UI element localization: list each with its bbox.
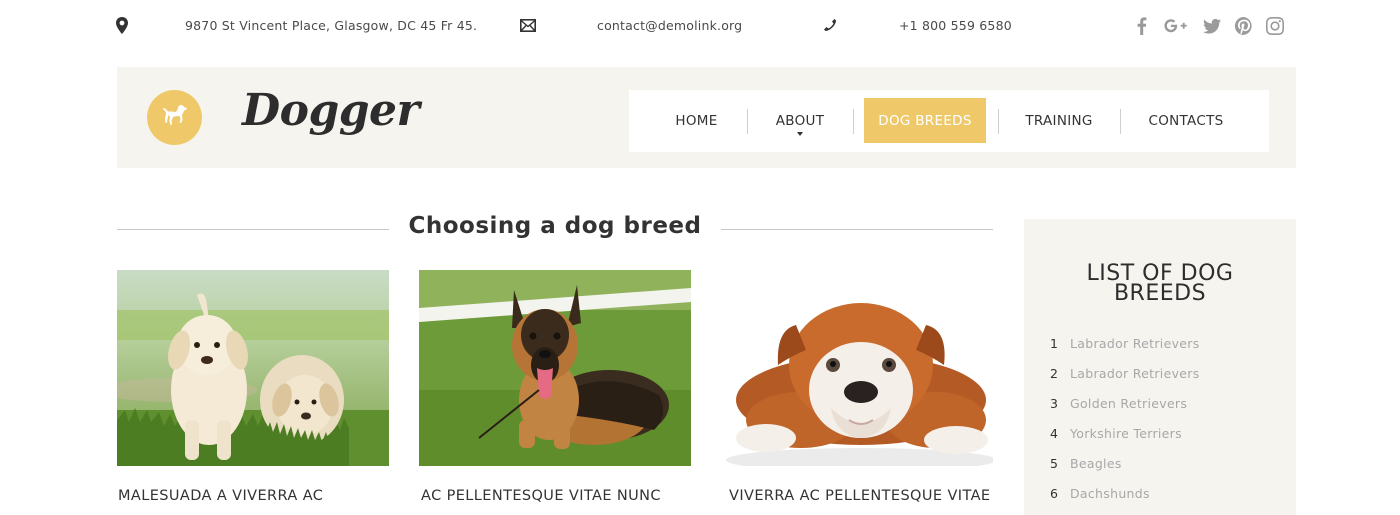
breed-number: 4 [1050, 426, 1058, 441]
site-header: Dogger HOME ABOUT DOG BREEDS TRAINING CO… [117, 67, 1296, 168]
card-title-1[interactable]: MALESUADA A VIVERRA AC [118, 488, 323, 504]
breed-label: Labrador Retrievers [1070, 366, 1200, 381]
logo-badge[interactable] [147, 90, 202, 145]
breed-list-item[interactable]: 5 Beagles [1050, 456, 1122, 476]
card-image-bulldog-puppy[interactable] [721, 270, 993, 466]
card-title-3[interactable]: VIVERRA AC PELLENTESQUE VITAE [729, 488, 990, 504]
logo-text[interactable]: Dogger [242, 85, 420, 136]
breed-number: 1 [1050, 336, 1058, 351]
breed-label: Beagles [1070, 456, 1122, 471]
nav-divider [853, 109, 854, 134]
card-image-german-shepherd[interactable] [419, 270, 691, 466]
twitter-icon[interactable] [1201, 15, 1223, 37]
breed-list-sidebar: LIST OF DOG BREEDS 1 Labrador Retrievers … [1024, 219, 1296, 515]
nav-home[interactable]: HOME [669, 98, 724, 143]
nav-about[interactable]: ABOUT [771, 98, 829, 143]
title-divider-left [117, 229, 389, 230]
sidebar-title-line2: BREEDS [1113, 281, 1207, 306]
breed-label: Dachshunds [1070, 486, 1150, 501]
map-pin-icon [113, 16, 131, 34]
breed-label: Yorkshire Terriers [1070, 426, 1182, 441]
breed-number: 6 [1050, 486, 1058, 501]
nav-training[interactable]: TRAINING [1021, 98, 1097, 143]
pinterest-icon[interactable] [1233, 15, 1255, 37]
nav-divider [747, 109, 748, 134]
breed-list-item[interactable]: 1 Labrador Retrievers [1050, 336, 1200, 356]
nav-about-label: ABOUT [775, 112, 825, 129]
dog-icon [161, 103, 189, 133]
section-title: Choosing a dog breed [408, 213, 702, 239]
nav-contacts[interactable]: CONTACTS [1143, 98, 1229, 143]
breed-list-item[interactable]: 2 Labrador Retrievers [1050, 366, 1200, 386]
email-link[interactable]: contact@demolink.org [597, 18, 742, 33]
nav-divider [1120, 109, 1121, 134]
breed-list-item[interactable]: 4 Yorkshire Terriers [1050, 426, 1182, 446]
breed-label: Golden Retrievers [1070, 396, 1188, 411]
phone-link[interactable]: +1 800 559 6580 [899, 18, 1012, 33]
title-divider-right [721, 229, 993, 230]
breed-list-item[interactable]: 6 Dachshunds [1050, 486, 1150, 506]
card-title-2[interactable]: AC PELLENTESQUE VITAE NUNC [421, 488, 661, 504]
breed-number: 5 [1050, 456, 1058, 471]
breed-label: Labrador Retrievers [1070, 336, 1200, 351]
nav-divider [998, 109, 999, 134]
sidebar-title: LIST OF DOG BREEDS [1024, 263, 1296, 306]
top-bar: 9870 St Vincent Place, Glasgow, DC 45 Fr… [0, 0, 1400, 54]
main-nav: HOME ABOUT DOG BREEDS TRAINING CONTACTS [629, 90, 1269, 152]
caret-down-icon [797, 132, 803, 136]
phone-icon [821, 16, 839, 34]
instagram-icon[interactable] [1264, 15, 1286, 37]
envelope-icon [519, 16, 537, 34]
nav-dog-breeds[interactable]: DOG BREEDS [864, 98, 986, 143]
breed-number: 2 [1050, 366, 1058, 381]
card-image-labrador-puppies[interactable] [117, 270, 389, 466]
facebook-icon[interactable] [1131, 15, 1153, 37]
breed-number: 3 [1050, 396, 1058, 411]
address-text: 9870 St Vincent Place, Glasgow, DC 45 Fr… [185, 18, 478, 33]
breed-list-item[interactable]: 3 Golden Retrievers [1050, 396, 1187, 416]
google-plus-icon[interactable] [1162, 15, 1190, 37]
